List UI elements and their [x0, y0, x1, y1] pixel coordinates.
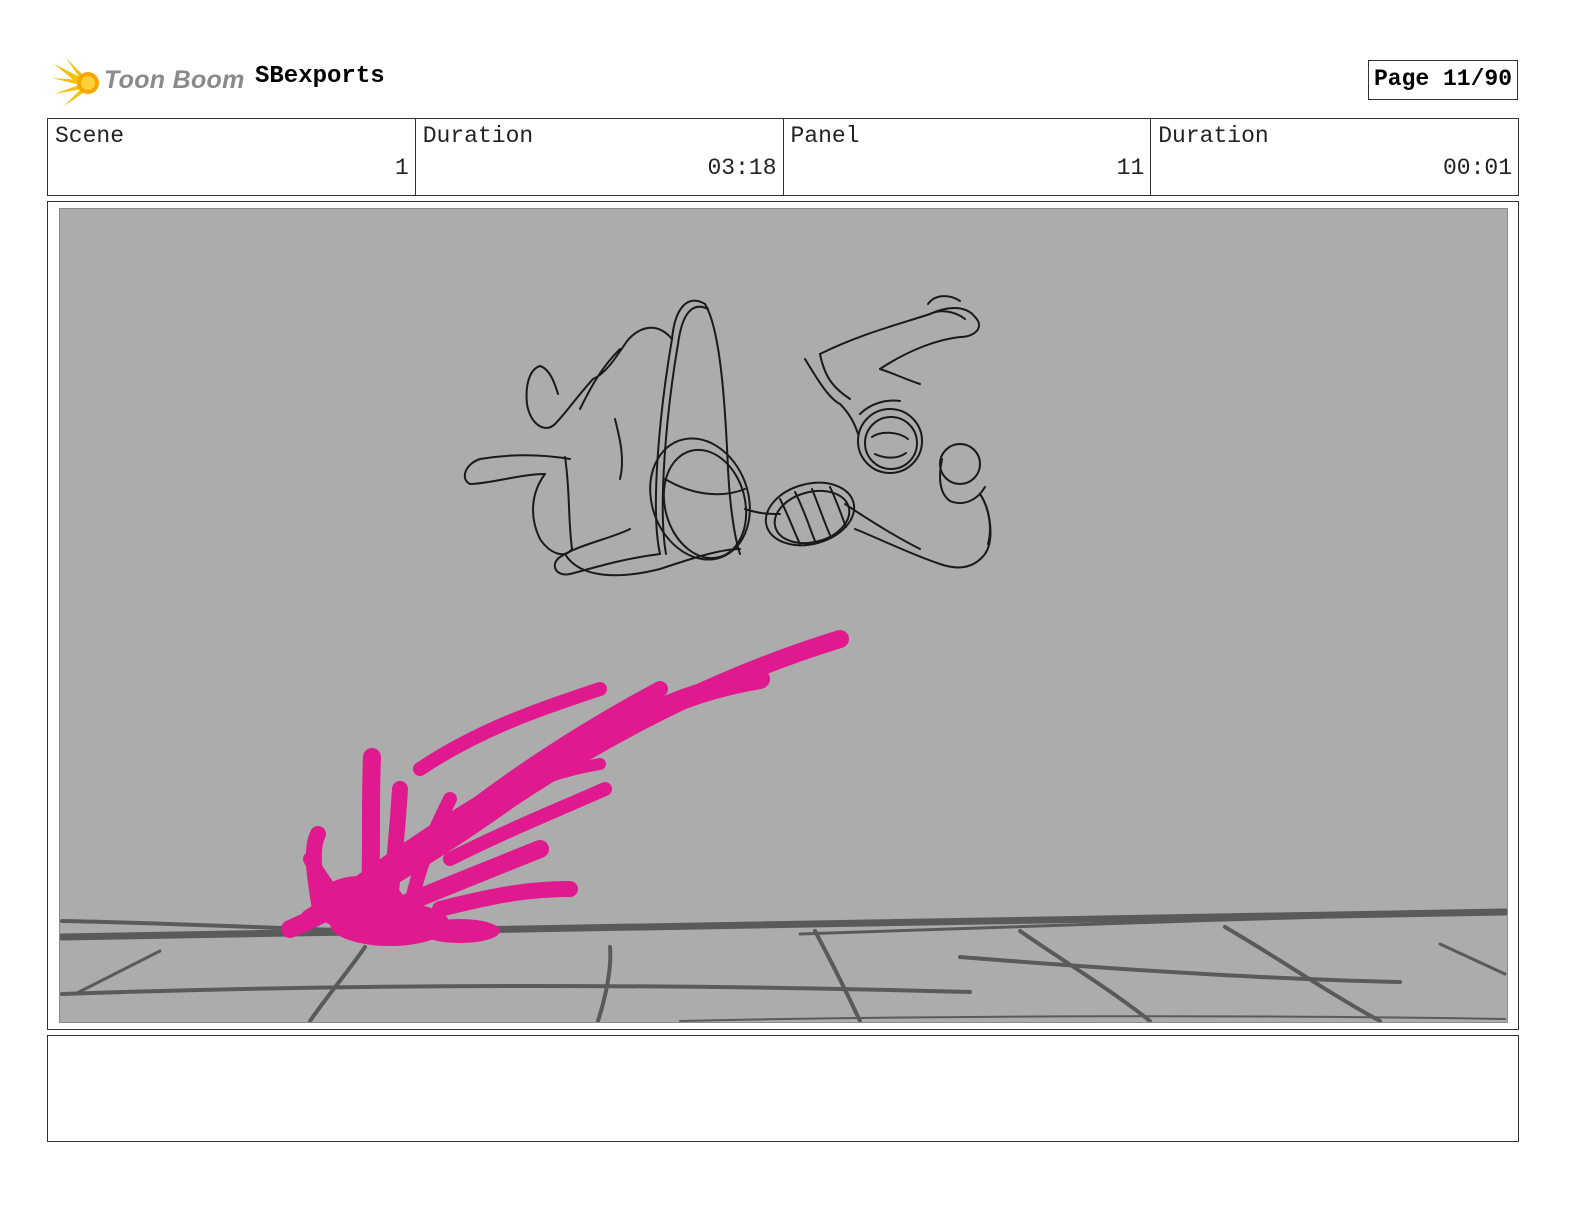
panel-cell: Panel 11: [784, 119, 1152, 195]
panel-duration-cell: Duration 00:01: [1151, 119, 1518, 195]
page-indicator: Page 11/90: [1368, 60, 1518, 100]
scene-value: 1: [394, 155, 409, 181]
scene-duration-cell: Duration 03:18: [416, 119, 784, 195]
floor-lines: [60, 908, 1507, 1022]
toon-boom-logo: Toon Boom: [52, 56, 245, 108]
panel-notes: [47, 1035, 1519, 1142]
scene-duration-value: 03:18: [707, 155, 777, 181]
project-name: SBexports: [255, 63, 385, 90]
panel-value: 11: [1116, 155, 1145, 181]
panel-duration-value: 00:01: [1442, 155, 1512, 181]
panel-info-table: Scene 1 Duration 03:18 Panel 11 Duration…: [47, 118, 1519, 196]
panel-duration-label: Duration: [1158, 123, 1269, 149]
scene-duration-label: Duration: [422, 123, 534, 149]
panel-label: Panel: [790, 123, 860, 149]
logo-text: Toon Boom: [104, 66, 245, 94]
starburst-icon: [52, 58, 99, 106]
character-sketch: [463, 295, 992, 577]
energy-splash: [281, 630, 849, 946]
panel-image: [59, 208, 1508, 1023]
scene-label: Scene: [55, 123, 125, 149]
storyboard-sketch: [60, 295, 1507, 1022]
scene-cell: Scene 1: [48, 119, 416, 195]
